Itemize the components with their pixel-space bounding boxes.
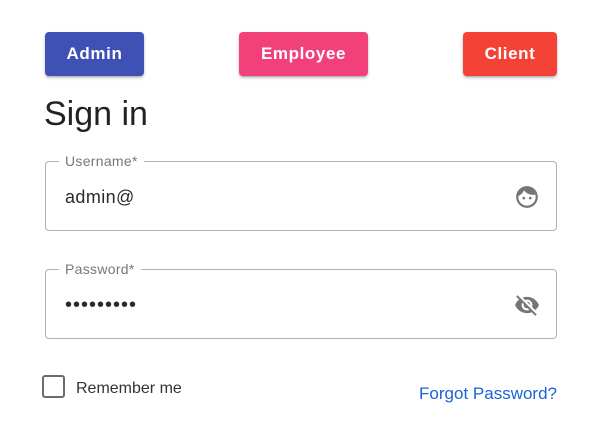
remember-me-label: Remember me bbox=[76, 380, 182, 397]
forgot-password-link[interactable]: Forgot Password? bbox=[419, 384, 557, 404]
employee-role-button[interactable]: Employee bbox=[239, 32, 368, 76]
remember-me-checkbox[interactable] bbox=[42, 375, 65, 398]
face-icon bbox=[514, 184, 540, 210]
username-label: Username* bbox=[59, 152, 144, 170]
username-field[interactable]: Username* bbox=[45, 152, 557, 231]
sign-in-page: Admin Employee Client Sign in Username* … bbox=[0, 0, 606, 439]
admin-role-button[interactable]: Admin bbox=[45, 32, 144, 76]
username-input[interactable] bbox=[65, 184, 485, 210]
client-role-button[interactable]: Client bbox=[463, 32, 557, 76]
password-label: Password* bbox=[59, 260, 141, 278]
visibility-off-icon[interactable] bbox=[514, 292, 540, 318]
page-title: Sign in bbox=[44, 95, 148, 133]
password-input[interactable] bbox=[65, 292, 485, 318]
password-field[interactable]: Password* bbox=[45, 260, 557, 339]
